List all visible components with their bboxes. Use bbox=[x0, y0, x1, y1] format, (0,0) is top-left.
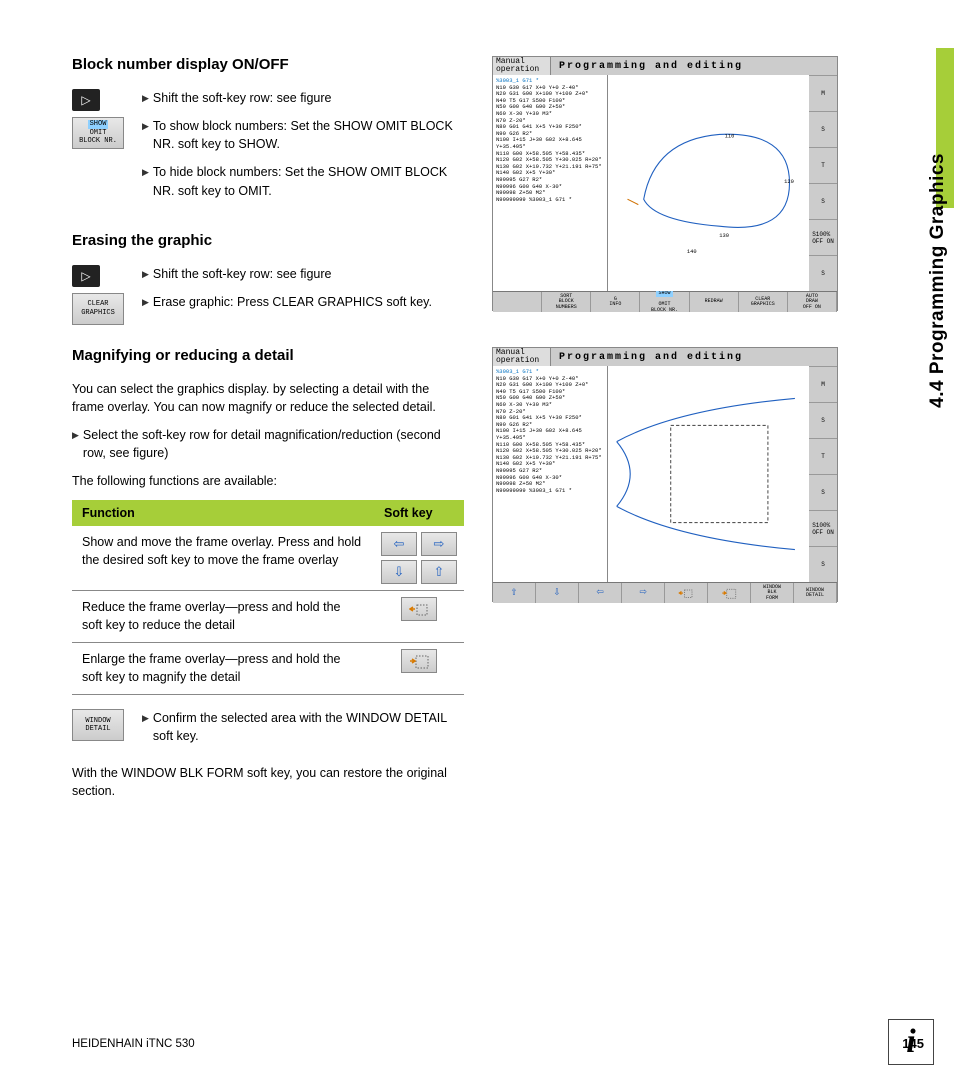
graphics-canvas-zoom bbox=[608, 366, 809, 582]
nc-code-listing: %3003_1 G71 *N10 G30 G17 X+0 Y+0 Z-40*N2… bbox=[493, 75, 608, 291]
arrow-left-key: ⇦ bbox=[381, 532, 417, 556]
arrow-right-key: ⇨ bbox=[421, 532, 457, 556]
page-footer: HEIDENHAIN iTNC 530 145 bbox=[72, 1036, 924, 1051]
enlarge-key bbox=[401, 649, 437, 673]
screenshot-2: Manual operation Programming and editing… bbox=[492, 347, 838, 602]
softkey-window-detail: WINDOW DETAIL bbox=[72, 709, 124, 741]
info-icon: i bbox=[888, 1019, 934, 1065]
nc-code-listing: %3003_1 G71 *N10 G30 G17 X+0 Y+0 Z-40*N2… bbox=[493, 366, 608, 582]
text-restore: With the WINDOW BLK FORM soft key, you c… bbox=[72, 764, 464, 800]
text-hide-numbers: To hide block numbers: Set the SHOW OMIT… bbox=[153, 163, 464, 199]
table-row: Show and move the frame overlay. Press a… bbox=[72, 526, 374, 591]
arrow-down-key: ⇩ bbox=[381, 560, 417, 584]
footer-product: HEIDENHAIN iTNC 530 bbox=[72, 1038, 195, 1050]
text-select-row: Select the soft-key row for detail magni… bbox=[83, 426, 464, 462]
softkey-clear-graphics: CLEAR GRAPHICS bbox=[72, 293, 124, 325]
text-magnify-intro: You can select the graphics display. by … bbox=[72, 380, 464, 416]
screen-title: Programming and editing bbox=[551, 348, 837, 366]
reduce-key bbox=[401, 597, 437, 621]
mode-label: Manual operation bbox=[493, 57, 551, 75]
text-available: The following functions are available: bbox=[72, 472, 464, 490]
text-shift-row: Shift the soft-key row: see figure bbox=[153, 89, 332, 107]
text-erase: Erase graphic: Press CLEAR GRAPHICS soft… bbox=[153, 293, 432, 311]
screen-title: Programming and editing bbox=[551, 57, 837, 75]
screenshot-1: Manual operation Programming and editing… bbox=[492, 56, 838, 311]
arrow-up-key: ⇧ bbox=[421, 560, 457, 584]
shift-row-icon: ▷ bbox=[72, 89, 100, 111]
svg-text:110: 110 bbox=[725, 134, 735, 140]
heading-magnify: Magnifying or reducing a detail bbox=[72, 347, 464, 364]
section-tab: 4.4 Programming Graphics bbox=[922, 48, 954, 408]
softkey-show-omit: SHOW OMIT BLOCK NR. bbox=[72, 117, 124, 149]
heading-erasing: Erasing the graphic bbox=[72, 232, 464, 249]
mode-label: Manual operation bbox=[493, 348, 551, 366]
text-shift-row-2: Shift the soft-key row: see figure bbox=[153, 265, 332, 283]
graphics-canvas: 110 120 130 140 bbox=[608, 75, 809, 291]
svg-text:140: 140 bbox=[687, 249, 697, 255]
text-confirm: Confirm the selected area with the WINDO… bbox=[153, 709, 464, 745]
shift-row-icon: ▷ bbox=[72, 265, 100, 287]
table-row: Reduce the frame overlay—press and hold … bbox=[72, 591, 374, 643]
function-table: Function Soft key Show and move the fram… bbox=[72, 500, 464, 695]
table-row: Enlarge the frame overlay—press and hold… bbox=[72, 643, 374, 695]
svg-text:120: 120 bbox=[784, 179, 794, 185]
heading-block-number: Block number display ON/OFF bbox=[72, 56, 464, 73]
text-show-numbers: To show block numbers: Set the SHOW OMIT… bbox=[153, 117, 464, 153]
svg-text:130: 130 bbox=[719, 233, 729, 239]
